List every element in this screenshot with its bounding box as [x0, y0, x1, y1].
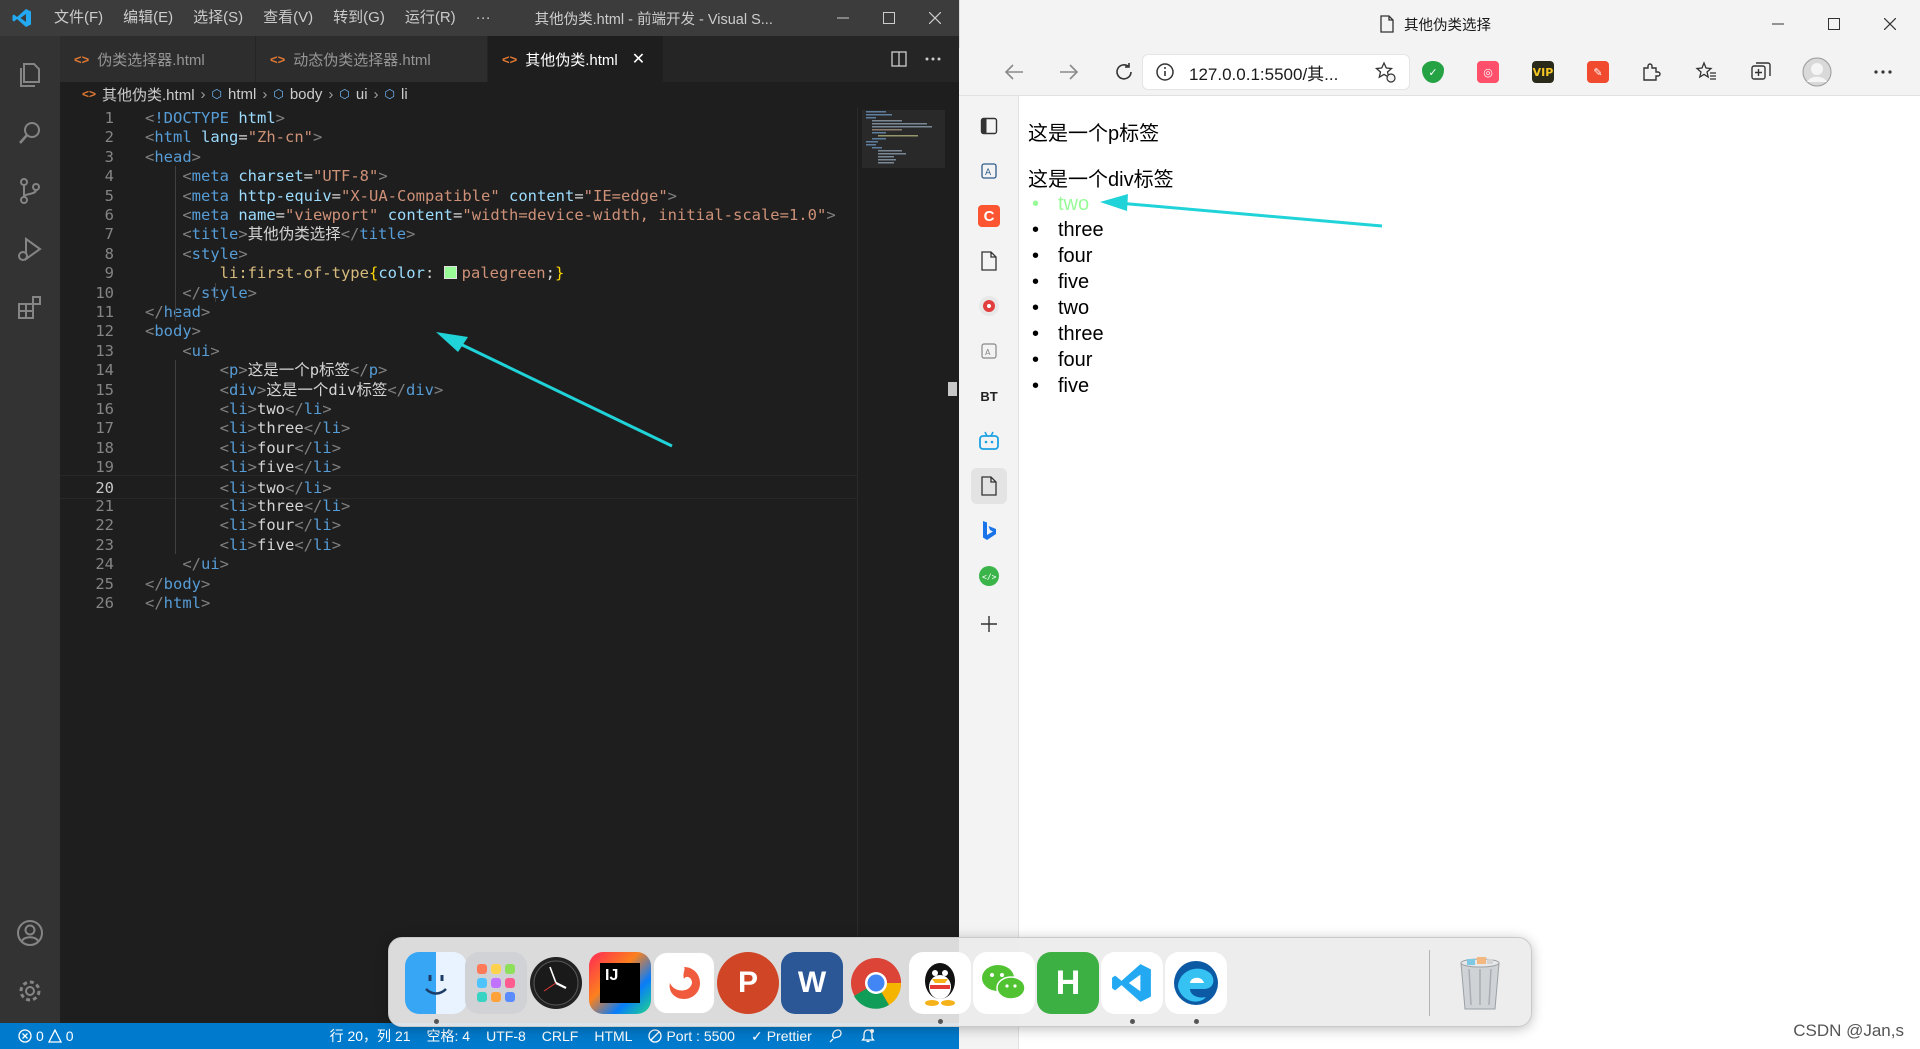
clock-icon[interactable]	[525, 952, 587, 1014]
arrow-to-green-item	[1117, 201, 1383, 228]
app-dock: IJ P W H	[388, 937, 1532, 1027]
swift-icon[interactable]	[653, 952, 715, 1014]
annotation-arrows	[436, 194, 1383, 448]
arrowhead-icon	[436, 332, 468, 352]
finder-icon[interactable]	[405, 952, 467, 1014]
dock-divider	[1429, 950, 1430, 1016]
running-indicator	[938, 1019, 943, 1024]
edge-icon[interactable]	[1165, 952, 1227, 1014]
chrome-icon[interactable]	[845, 952, 907, 1014]
running-indicator	[434, 1019, 439, 1024]
powerpoint-icon[interactable]: P	[717, 952, 779, 1014]
arrowhead-icon	[1100, 194, 1128, 211]
trash-icon[interactable]	[1449, 952, 1511, 1014]
running-indicator	[1194, 1019, 1199, 1024]
wechat-icon[interactable]	[973, 952, 1035, 1014]
running-indicator	[1130, 1019, 1135, 1024]
vscode-icon[interactable]	[1101, 952, 1163, 1014]
hbuilder-icon[interactable]: H	[1037, 952, 1099, 1014]
word-icon[interactable]: W	[781, 952, 843, 1014]
arrow-to-css-rule	[451, 338, 673, 448]
intellij-icon[interactable]: IJ	[589, 952, 651, 1014]
launchpad-icon[interactable]	[465, 952, 527, 1014]
qq-icon[interactable]	[909, 952, 971, 1014]
